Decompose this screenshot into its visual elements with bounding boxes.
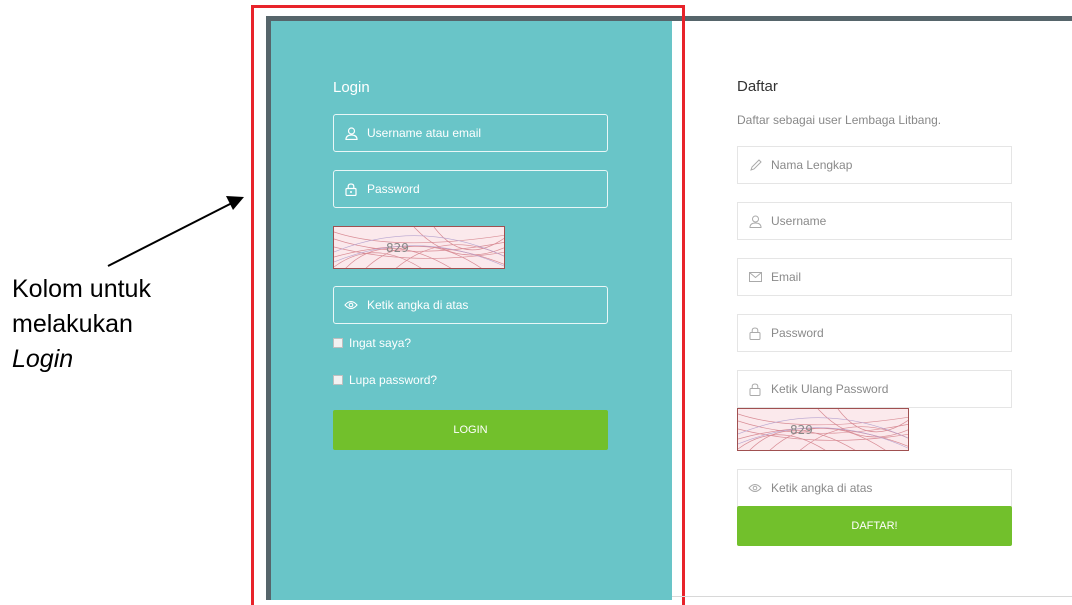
register-email-placeholder: Email xyxy=(771,270,802,284)
register-password-repeat-input[interactable]: Ketik Ulang Password xyxy=(737,370,1012,408)
register-subtitle: Daftar sebagai user Lembaga Litbang. xyxy=(737,113,942,127)
register-fullname-placeholder: Nama Lengkap xyxy=(771,158,853,172)
annotation-arrow xyxy=(107,196,244,267)
pencil-icon xyxy=(748,158,762,172)
register-password-input[interactable]: Password xyxy=(737,314,1012,352)
register-button[interactable]: DAFTAR! xyxy=(737,506,1012,546)
register-username-input[interactable]: Username xyxy=(737,202,1012,240)
user-icon xyxy=(748,214,762,228)
eye-icon xyxy=(748,481,762,495)
register-password-repeat-placeholder: Ketik Ulang Password xyxy=(771,382,889,396)
lock-icon xyxy=(748,326,762,340)
register-fullname-input[interactable]: Nama Lengkap xyxy=(737,146,1012,184)
annotation-label: Kolom untuk melakukan Login xyxy=(12,272,151,377)
register-captcha-input[interactable]: Ketik angka di atas xyxy=(737,469,1012,507)
register-captcha-image: 829 xyxy=(737,408,909,451)
envelope-icon xyxy=(748,270,762,284)
register-captcha-text: 829 xyxy=(790,423,813,437)
register-captcha-placeholder: Ketik angka di atas xyxy=(771,481,873,495)
highlight-box xyxy=(251,5,685,605)
lock-icon xyxy=(748,382,762,396)
bottom-divider xyxy=(672,596,1072,597)
annotation-line-2: melakukan xyxy=(12,310,133,338)
register-password-placeholder: Password xyxy=(771,326,824,340)
register-username-placeholder: Username xyxy=(771,214,827,228)
annotation-line-3: Login xyxy=(12,345,74,373)
register-title: Daftar xyxy=(737,78,778,95)
register-email-input[interactable]: Email xyxy=(737,258,1012,296)
